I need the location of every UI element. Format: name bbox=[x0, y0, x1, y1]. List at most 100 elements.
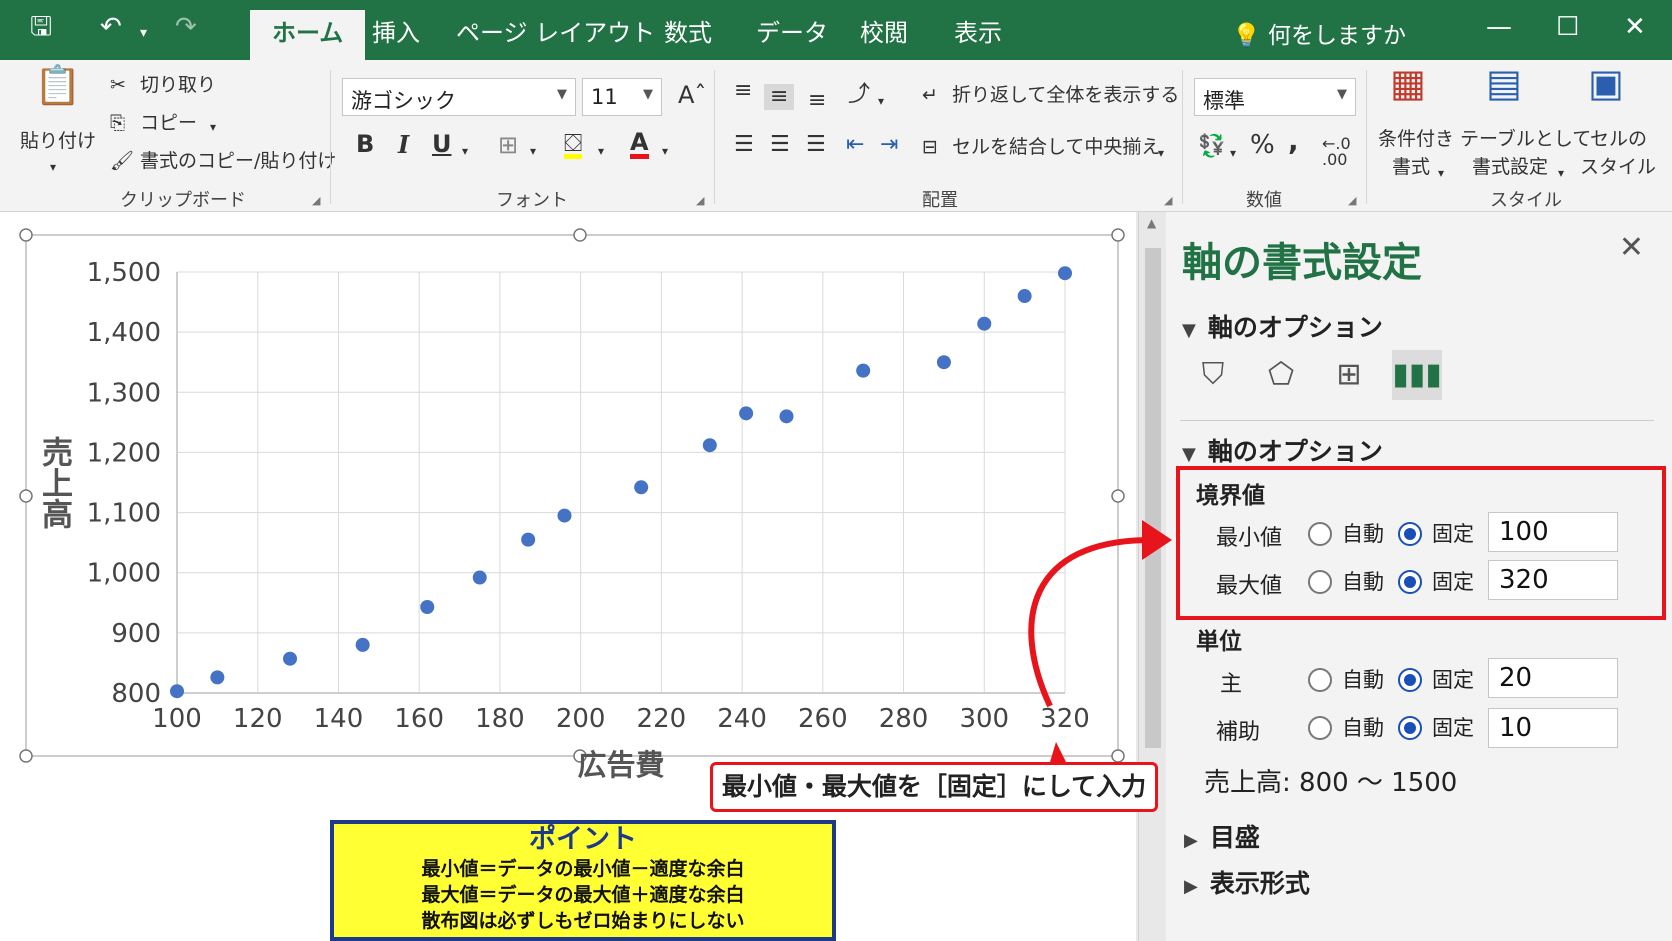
tab-formulas[interactable]: 数式 bbox=[664, 18, 712, 48]
axis-options-subheader[interactable]: ▼ 軸のオプション bbox=[1182, 432, 1383, 468]
tab-page-layout[interactable]: ページ レイアウト bbox=[456, 18, 655, 48]
major-value-input[interactable] bbox=[1488, 658, 1618, 698]
tab-home[interactable]: ホーム bbox=[250, 10, 366, 60]
increase-decimal-icon[interactable]: ←.0.00 bbox=[1322, 136, 1351, 168]
cut-icon[interactable]: ✂ bbox=[110, 74, 126, 96]
underline-button[interactable]: U bbox=[432, 130, 452, 158]
percent-button[interactable]: % bbox=[1250, 132, 1275, 158]
borders-icon[interactable]: ⊞ bbox=[498, 133, 518, 157]
number-format-dropdown[interactable]: 標準 ▼ bbox=[1194, 78, 1356, 116]
fill-line-icon[interactable]: ⛉ bbox=[1188, 350, 1238, 400]
fill-color-dropdown-icon[interactable]: ▾ bbox=[598, 140, 604, 162]
major-fixed-radio[interactable] bbox=[1398, 668, 1422, 692]
grow-font-icon[interactable]: Aˆ bbox=[678, 83, 706, 107]
copy-icon[interactable]: ⎘ bbox=[110, 112, 125, 134]
format-as-table-button[interactable]: テーブルとして bbox=[1460, 128, 1591, 150]
decrease-indent-icon[interactable]: ⇤ bbox=[846, 134, 864, 156]
align-right-icon[interactable]: ☰ bbox=[806, 134, 826, 156]
merge-center-icon[interactable]: ⊟ bbox=[922, 136, 938, 158]
close-window-icon[interactable]: ✕ bbox=[1624, 12, 1646, 42]
merge-center-button[interactable]: セルを結合して中央揃え bbox=[952, 136, 1160, 158]
wrap-text-button[interactable]: 折り返して全体を表示する bbox=[952, 84, 1179, 106]
comma-button[interactable]: , bbox=[1288, 127, 1299, 155]
italic-button[interactable]: I bbox=[398, 130, 409, 159]
bold-button[interactable]: B bbox=[356, 130, 374, 158]
format-painter-button[interactable]: 書式のコピー/貼り付け bbox=[140, 150, 336, 172]
copy-dropdown-icon[interactable]: ▾ bbox=[210, 116, 216, 138]
cut-button[interactable]: 切り取り bbox=[140, 74, 216, 96]
paste-icon[interactable]: 📋 bbox=[34, 66, 81, 104]
minor-value-input[interactable] bbox=[1488, 708, 1618, 748]
alignment-launcher-icon[interactable]: ◢ bbox=[1164, 194, 1172, 207]
undo-dropdown-icon[interactable]: ▾ bbox=[140, 18, 147, 48]
tab-review[interactable]: 校閲 bbox=[860, 18, 908, 48]
orientation-dropdown-icon[interactable]: ▾ bbox=[878, 90, 884, 112]
scrollbar-thumb[interactable] bbox=[1145, 248, 1161, 748]
paste-button[interactable]: 貼り付け bbox=[20, 130, 96, 152]
tick-marks-label: 目盛 bbox=[1209, 823, 1260, 852]
currency-dropdown-icon[interactable]: ▾ bbox=[1230, 142, 1236, 164]
x-tick-label: 180 bbox=[475, 704, 525, 734]
expand-triangle-icon: ▶ bbox=[1184, 830, 1198, 851]
cell-styles-icon[interactable]: ▣ bbox=[1588, 64, 1624, 102]
align-bottom-icon[interactable]: ≡ bbox=[808, 90, 826, 112]
wrap-text-icon[interactable]: ↵ bbox=[922, 84, 938, 106]
conditional-format-button[interactable]: 条件付き bbox=[1378, 128, 1454, 150]
conditional-dropdown-icon[interactable]: ▾ bbox=[1438, 162, 1444, 184]
font-color-dropdown-icon[interactable]: ▾ bbox=[662, 140, 668, 162]
axis-options-header[interactable]: ▼ 軸のオプション bbox=[1182, 308, 1383, 344]
minor-fixed-radio[interactable] bbox=[1398, 716, 1422, 740]
major-auto-radio[interactable] bbox=[1308, 668, 1332, 692]
align-middle-icon[interactable]: ≡ bbox=[764, 84, 795, 110]
format-painter-icon[interactable]: 🖌 bbox=[110, 150, 134, 172]
paste-dropdown-icon[interactable]: ▾ bbox=[50, 156, 56, 178]
close-icon[interactable]: ✕ bbox=[1619, 230, 1644, 265]
copy-button[interactable]: コピー bbox=[140, 112, 197, 134]
minor-auto-radio[interactable] bbox=[1308, 716, 1332, 740]
axis-options-icon[interactable]: ▮▮▮ bbox=[1392, 350, 1442, 400]
underline-dropdown-icon[interactable]: ▾ bbox=[462, 140, 468, 162]
number-launcher-icon[interactable]: ◢ bbox=[1348, 194, 1356, 207]
font-color-button[interactable]: A bbox=[630, 130, 649, 159]
effects-icon[interactable]: ⬠ bbox=[1256, 350, 1306, 400]
data-point bbox=[1058, 266, 1072, 281]
chevron-down-icon: ▼ bbox=[643, 87, 653, 102]
align-center-icon[interactable]: ☰ bbox=[770, 134, 790, 156]
scroll-up-icon[interactable]: ▲ bbox=[1147, 216, 1156, 230]
number-format-section[interactable]: ▶ 表示形式 bbox=[1184, 864, 1310, 900]
undo-icon[interactable]: ↶ bbox=[100, 12, 122, 42]
font-launcher-icon[interactable]: ◢ bbox=[696, 194, 704, 207]
currency-icon[interactable]: 💱 bbox=[1198, 136, 1225, 158]
x-tick-label: 140 bbox=[314, 704, 364, 734]
orientation-icon[interactable]: ⤴ bbox=[848, 84, 870, 106]
x-tick-label: 320 bbox=[1040, 704, 1090, 734]
size-properties-icon[interactable]: ⊞ bbox=[1324, 350, 1374, 400]
redo-icon[interactable]: ↷ bbox=[175, 12, 197, 42]
lightbulb-icon: 💡 bbox=[1232, 23, 1261, 49]
clipboard-launcher-icon[interactable]: ◢ bbox=[312, 194, 320, 207]
tab-insert[interactable]: 挿入 bbox=[372, 18, 420, 48]
format-as-table-icon[interactable]: ▤ bbox=[1486, 64, 1522, 102]
increase-indent-icon[interactable]: ⇥ bbox=[880, 134, 898, 156]
align-top-icon[interactable]: ≡ bbox=[734, 80, 752, 102]
save-icon[interactable]: 🖫 bbox=[30, 12, 52, 42]
tab-view[interactable]: 表示 bbox=[954, 18, 1002, 48]
tick-marks-section[interactable]: ▶ 目盛 bbox=[1184, 818, 1260, 854]
font-name-dropdown[interactable]: 游ゴシック ▼ bbox=[342, 78, 576, 116]
font-size-dropdown[interactable]: 11 ▼ bbox=[582, 78, 662, 116]
table-dropdown-icon[interactable]: ▾ bbox=[1558, 162, 1564, 184]
collapse-triangle-icon: ▼ bbox=[1182, 320, 1196, 341]
font-name-value: 游ゴシック bbox=[351, 89, 456, 113]
align-left-icon[interactable]: ☰ bbox=[734, 134, 754, 156]
cell-styles-button[interactable]: セルの bbox=[1590, 128, 1647, 150]
conditional-format-icon[interactable]: ▦ bbox=[1390, 64, 1426, 102]
borders-dropdown-icon[interactable]: ▾ bbox=[530, 140, 536, 162]
fill-color-icon[interactable]: ⛋ bbox=[564, 131, 583, 159]
merge-dropdown-icon[interactable]: ▾ bbox=[1158, 142, 1164, 164]
tab-data[interactable]: データ bbox=[756, 18, 828, 48]
maximize-icon[interactable]: ☐ bbox=[1556, 12, 1579, 42]
collapse-triangle-icon: ▼ bbox=[1182, 444, 1196, 465]
vertical-scrollbar[interactable]: ▲ bbox=[1138, 212, 1166, 941]
tell-me-search[interactable]: 💡 何をしますか bbox=[1232, 16, 1406, 50]
minimize-icon[interactable]: — bbox=[1486, 12, 1512, 42]
